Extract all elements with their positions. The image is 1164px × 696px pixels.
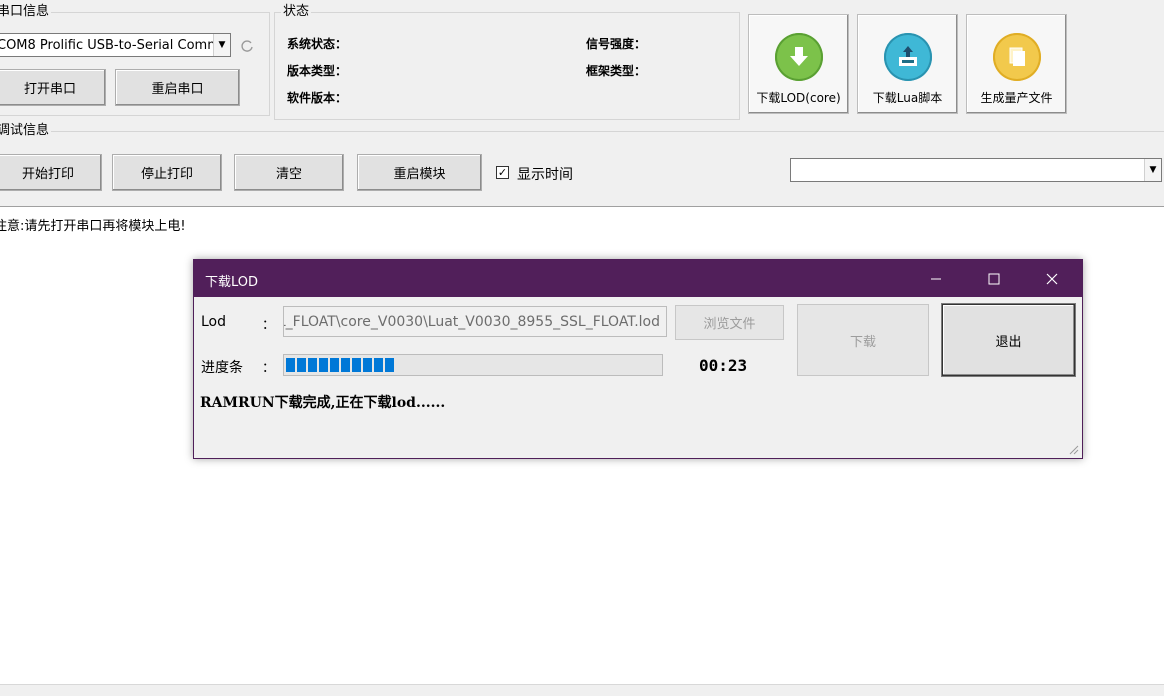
lod-colon: ：: [262, 318, 276, 333]
lod-path-field[interactable]: Luat_V0030_8955_SSL_FLOAT\core_V0030\Lua…: [283, 306, 667, 337]
document-copy-icon: [992, 33, 1041, 81]
show-time-label: 显示时间: [517, 167, 573, 183]
maximize-icon[interactable]: [971, 260, 1017, 297]
open-port-button[interactable]: 打开串口: [0, 69, 106, 106]
progress-label: 进度条: [201, 360, 243, 376]
stop-print-button[interactable]: 停止打印: [112, 154, 222, 191]
dialog-title-bar[interactable]: 下载LOD: [194, 260, 1082, 297]
progress-block: [374, 358, 383, 372]
serial-port-select[interactable]: COM8 Prolific USB-to-Serial Comm Port ▼: [0, 33, 231, 57]
download-arrow-icon: [774, 33, 823, 81]
progress-block: [352, 358, 361, 372]
download-lua-label: 下载Lua脚本: [872, 91, 943, 105]
download-lua-button[interactable]: 下载Lua脚本: [857, 14, 958, 114]
dialog-title: 下载LOD: [205, 275, 259, 290]
generate-file-label: 生成量产文件: [980, 91, 1053, 105]
timer: 00:23: [699, 356, 748, 375]
close-icon[interactable]: [1029, 260, 1075, 297]
software-version-label: 软件版本：: [287, 91, 348, 105]
show-time-checkbox[interactable]: ✓: [496, 166, 509, 179]
signal-strength-label: 信号强度：: [586, 37, 647, 51]
serial-port-value: COM8 Prolific USB-to-Serial Comm Port: [0, 37, 213, 53]
refresh-icon[interactable]: [240, 39, 254, 53]
restart-module-button[interactable]: 重启模块: [357, 154, 482, 191]
progress-colon: ：: [262, 361, 276, 376]
progress-block: [341, 358, 350, 372]
system-status-label: 系统状态：: [287, 37, 348, 51]
download-lod-button[interactable]: 下载LOD(core): [748, 14, 849, 114]
upload-tray-icon: [883, 33, 932, 81]
log-notice: 注意:请先打开串口再将模块上电!: [0, 219, 186, 234]
version-type-label: 版本类型：: [287, 64, 348, 78]
progress-block: [319, 358, 328, 372]
restart-port-button[interactable]: 重启串口: [115, 69, 240, 106]
exit-button[interactable]: 退出: [942, 304, 1075, 376]
generate-file-button[interactable]: 生成量产文件: [966, 14, 1067, 114]
download-progress-bar: [283, 354, 663, 376]
start-print-button[interactable]: 开始打印: [0, 154, 102, 191]
serial-group-title: 串口信息: [0, 4, 52, 20]
progress-block: [297, 358, 306, 372]
progress-block: [308, 358, 317, 372]
progress-block: [385, 358, 394, 372]
browse-file-button[interactable]: 浏览文件: [675, 305, 784, 340]
status-group-title: 状态: [281, 4, 312, 20]
download-button[interactable]: 下载: [797, 304, 929, 376]
progress-block: [330, 358, 339, 372]
lod-label: Lod: [201, 314, 227, 330]
progress-block: [363, 358, 372, 372]
clear-button[interactable]: 清空: [234, 154, 344, 191]
lod-path-value: Luat_V0030_8955_SSL_FLOAT\core_V0030\Lua…: [284, 313, 660, 330]
dialog-status-message: RAMRUN下载完成,正在下载lod......: [200, 395, 446, 411]
progress-block: [286, 358, 295, 372]
minimize-icon[interactable]: [913, 260, 959, 297]
filter-select[interactable]: ▼: [790, 158, 1162, 182]
chevron-down-icon[interactable]: ▼: [1144, 159, 1161, 181]
status-bar: [0, 684, 1164, 696]
download-lod-label: 下载LOD(core): [756, 91, 841, 105]
resize-grip-icon[interactable]: [1067, 443, 1079, 455]
framework-type-label: 框架类型：: [586, 64, 647, 78]
debug-group-title: 调试信息: [0, 123, 52, 139]
chevron-down-icon[interactable]: ▼: [213, 34, 230, 56]
